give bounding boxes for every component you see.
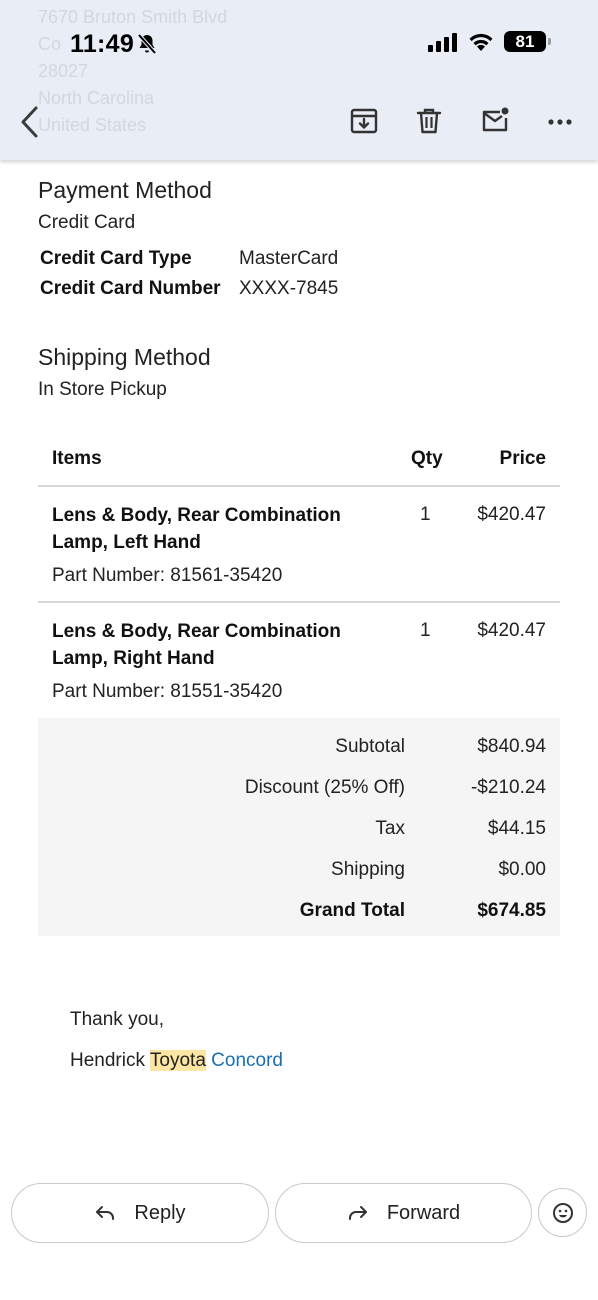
reply-button[interactable]: Reply — [11, 1183, 269, 1243]
subtotal-value: $840.94 — [477, 736, 546, 757]
card-number-label: Credit Card Number — [40, 278, 221, 299]
item-name: Lens & Body, Rear Combination Lamp, Righ… — [52, 621, 341, 669]
forward-label: Forward — [386, 1201, 461, 1224]
signature-link[interactable]: Concord — [211, 1050, 283, 1071]
smiley-icon — [552, 1202, 573, 1223]
shipping-label: Shipping — [331, 859, 405, 880]
thanks-text: Thank you, — [70, 1009, 164, 1030]
signature-name: Hendrick Toyota Concord — [70, 1050, 283, 1072]
tax-value: $44.15 — [487, 818, 546, 839]
item-price: $420.47 — [477, 504, 546, 525]
item-qty: 1 — [420, 620, 431, 641]
forward-icon — [348, 1206, 367, 1220]
battery-level: 81 — [515, 31, 535, 51]
cellular-signal-icon — [428, 32, 457, 52]
trash-icon[interactable] — [414, 106, 444, 136]
emoji-reaction-button[interactable] — [538, 1188, 587, 1237]
item-part-number: Part Number: 81561-35420 — [52, 565, 283, 586]
items-header: Items — [52, 448, 102, 469]
more-icon[interactable] — [545, 106, 575, 136]
reply-icon — [96, 1206, 115, 1220]
card-type-value: MasterCard — [239, 248, 339, 269]
signature-name-part: Hendrick — [70, 1050, 150, 1071]
status-icons: 81 — [428, 31, 551, 52]
table-divider — [38, 485, 560, 487]
shipping-value: $0.00 — [498, 859, 546, 880]
background-address: 7670 Bruton Smith Blvd Co 28027 North Ca… — [38, 4, 227, 139]
card-type-label: Credit Card Type — [40, 248, 192, 269]
forward-button[interactable]: Forward — [275, 1183, 532, 1243]
qty-header: Qty — [411, 448, 443, 469]
item-name: Lens & Body, Rear Combination Lamp, Left… — [52, 505, 341, 553]
archive-icon[interactable] — [349, 106, 379, 136]
bell-muted-icon — [137, 33, 157, 55]
item-part-number: Part Number: 81551-35420 — [52, 681, 283, 702]
payment-method-title: Payment Method — [38, 177, 212, 203]
payment-method-value: Credit Card — [38, 212, 136, 233]
address-line: North Carolina — [38, 88, 155, 108]
battery-indicator: 81 — [504, 31, 551, 52]
mail-unread-icon[interactable] — [480, 106, 510, 136]
wifi-icon — [469, 33, 493, 51]
card-number-value: XXXX-7845 — [239, 278, 339, 299]
shipping-method-value: In Store Pickup — [38, 379, 167, 400]
discount-value: -$210.24 — [470, 777, 546, 798]
subtotal-label: Subtotal — [335, 736, 405, 757]
back-icon[interactable] — [16, 104, 46, 140]
shipping-method-title: Shipping Method — [38, 344, 211, 370]
status-time: 11:49 — [70, 30, 135, 58]
top-bar: 7670 Bruton Smith Blvd Co 28027 North Ca… — [0, 0, 598, 160]
tax-label: Tax — [375, 818, 405, 839]
search-highlight: Toyota — [149, 1050, 206, 1071]
grand-total-label: Grand Total — [299, 900, 405, 921]
address-line: 28027 — [38, 61, 89, 81]
totals-box: Subtotal $840.94 Discount (25% Off) -$21… — [38, 718, 560, 936]
price-header: Price — [499, 448, 546, 469]
item-price: $420.47 — [477, 620, 546, 641]
table-divider — [38, 601, 560, 603]
discount-label: Discount (25% Off) — [244, 777, 405, 798]
reply-label: Reply — [134, 1201, 186, 1224]
address-line: United States — [38, 115, 147, 135]
grand-total-value: $674.85 — [477, 900, 546, 921]
item-qty: 1 — [420, 504, 431, 525]
address-line: 7670 Bruton Smith Blvd — [38, 7, 228, 27]
